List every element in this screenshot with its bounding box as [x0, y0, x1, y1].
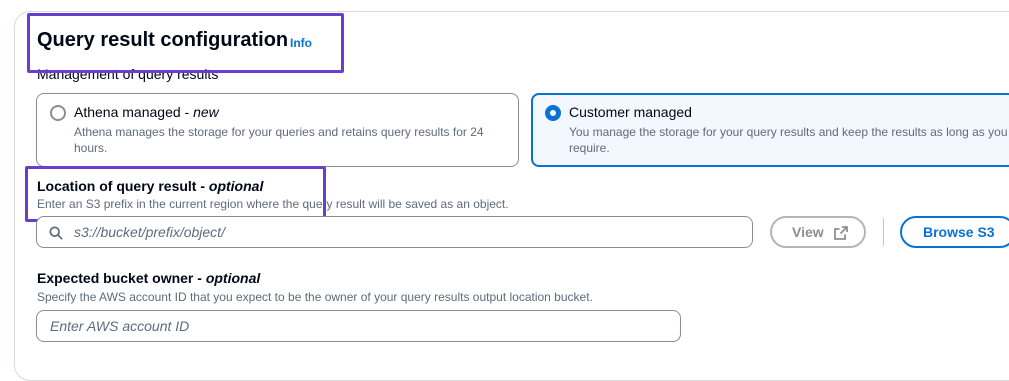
view-button-label: View: [792, 224, 824, 240]
athena-managed-tile[interactable]: Athena managed - new Athena manages the …: [36, 93, 519, 167]
section-title: Query result configuration: [37, 29, 289, 51]
browse-s3-label: Browse S3: [923, 224, 995, 240]
external-link-icon: [834, 226, 848, 240]
athena-managed-radio[interactable]: [50, 105, 66, 121]
customer-managed-description: You manage the storage for your query re…: [569, 125, 1008, 155]
bucket-owner-description: Specify the AWS account ID that you expe…: [37, 290, 593, 304]
customer-managed-radio[interactable]: [545, 105, 561, 121]
location-placeholder: s3://bucket/prefix/object/: [74, 224, 225, 240]
location-description: Enter an S3 prefix in the current region…: [37, 197, 509, 211]
athena-managed-title: Athena managed - new: [74, 104, 219, 120]
button-divider: [883, 218, 884, 246]
search-icon: [49, 226, 63, 240]
bucket-owner-input[interactable]: Enter AWS account ID: [36, 310, 681, 342]
bucket-owner-placeholder: Enter AWS account ID: [50, 318, 190, 334]
customer-managed-tile[interactable]: Customer managed You manage the storage …: [531, 93, 1009, 167]
location-label: Location of query result - optional: [37, 178, 264, 194]
location-search-input[interactable]: s3://bucket/prefix/object/: [36, 216, 753, 248]
management-label: Management of query results: [37, 66, 219, 82]
customer-managed-title: Customer managed: [569, 104, 692, 120]
athena-managed-description: Athena manages the storage for your quer…: [74, 125, 484, 155]
info-link[interactable]: Info: [290, 36, 312, 50]
view-button[interactable]: View: [770, 216, 866, 248]
browse-s3-button[interactable]: Browse S3: [900, 216, 1009, 248]
bucket-owner-label: Expected bucket owner - optional: [37, 270, 261, 286]
